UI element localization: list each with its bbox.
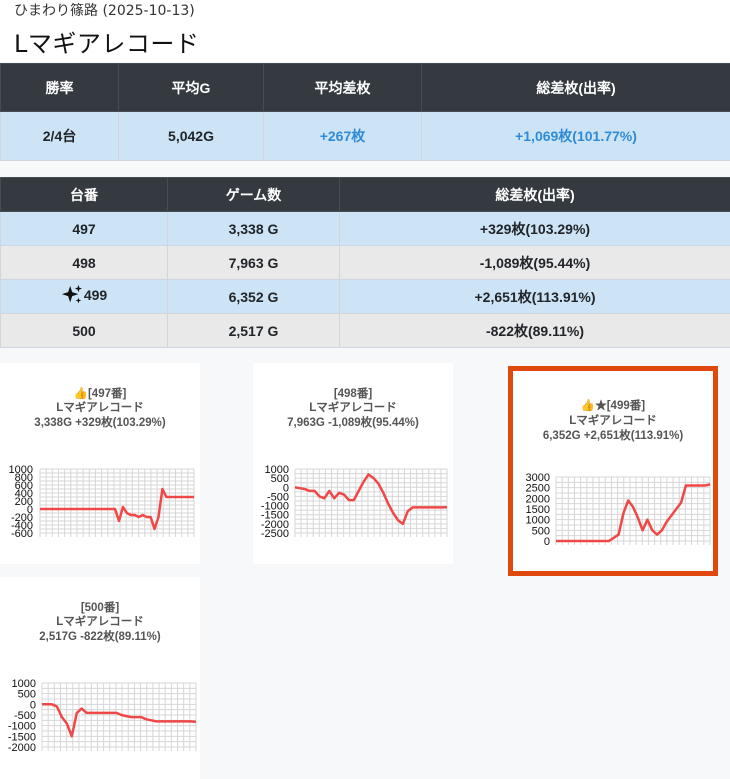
page-title: Lマギアレコード	[14, 30, 200, 58]
header-machine-diff[interactable]: 総差枚(出率)	[339, 177, 730, 212]
chart-card-498[interactable]: [498番] Lマギアレコード 7,963G -1,089枚(95.44%) 1…	[253, 363, 453, 564]
chart-card-499[interactable]: 👍★[499番] Lマギアレコード 6,352G +2,651枚(113.91%…	[508, 366, 718, 576]
table-row[interactable]: 500 2,517 G -822枚(89.11%)	[0, 313, 730, 348]
chart-grid	[555, 476, 711, 545]
chart-grid	[41, 682, 197, 751]
store-date-label: ひまわり篠路 (2025-10-13)	[14, 3, 195, 19]
summary-table: 勝率 平均G 平均差枚 総差枚(出率) 2/4台 5,042G +267枚 +1…	[0, 63, 730, 161]
machine-number-cell: 499	[0, 279, 168, 314]
chart-svg: 300025002000150010005000	[526, 472, 711, 548]
header-game-count[interactable]: ゲーム数	[167, 177, 340, 212]
header-machine-number[interactable]: 台番	[0, 177, 168, 212]
header-avg-diff[interactable]: 平均差枚	[263, 63, 422, 112]
chart-grid	[294, 468, 448, 537]
y-tick-label: 0	[544, 536, 550, 548]
header-win-rate[interactable]: 勝率	[0, 63, 119, 112]
y-tick-label: -2000	[8, 742, 36, 754]
machine-number: 498	[0, 245, 168, 280]
chart-grid	[39, 468, 195, 537]
series-line	[294, 473, 448, 526]
machine-diff: -1,089枚(95.44%)	[339, 245, 730, 280]
machine-header-row: 台番 ゲーム数 総差枚(出率)	[0, 177, 730, 212]
machine-diff: +329枚(103.29%)	[339, 211, 730, 246]
summary-header-row: 勝率 平均G 平均差枚 総差枚(出率)	[0, 63, 730, 112]
avg-diff-value: +267枚	[263, 111, 422, 161]
win-rate-value: 2/4台	[0, 111, 119, 161]
chart-svg: 10005000-500-1000-1500-2000	[8, 678, 197, 754]
machine-number: 497	[0, 211, 168, 246]
header-total-diff[interactable]: 総差枚(出率)	[421, 63, 730, 112]
game-count: 3,338 G	[167, 211, 340, 246]
chart-svg: 10005000-500-1000-1500-2000-2500	[261, 464, 448, 540]
header-avg-games[interactable]: 平均G	[118, 63, 264, 112]
summary-row: 2/4台 5,042G +267枚 +1,069枚(101.77%)	[0, 111, 730, 161]
y-tick-label: -600	[11, 528, 33, 540]
machine-diff: -822枚(89.11%)	[339, 313, 730, 348]
avg-games-value: 5,042G	[118, 111, 264, 161]
total-diff-value: +1,069枚(101.77%)	[421, 111, 730, 161]
game-count: 6,352 G	[167, 279, 340, 314]
table-row[interactable]: 497 3,338 G +329枚(103.29%)	[0, 211, 730, 246]
machine-number: 499	[83, 287, 108, 304]
machine-number: 500	[0, 313, 168, 348]
table-row[interactable]: 499 6,352 G +2,651枚(113.91%)	[0, 279, 730, 314]
game-count: 7,963 G	[167, 245, 340, 280]
machine-table: 台番 ゲーム数 総差枚(出率) 497 3,338 G +329枚(103.29…	[0, 177, 730, 348]
table-row[interactable]: 498 7,963 G -1,089枚(95.44%)	[0, 245, 730, 280]
chart-card-497[interactable]: 👍[497番] Lマギアレコード 3,338G +329枚(103.29%) 1…	[0, 363, 200, 564]
chart-svg: 10008006004002000-200-400-600	[9, 464, 195, 540]
game-count: 2,517 G	[167, 313, 340, 348]
y-tick-label: -2500	[261, 528, 289, 540]
chart-card-500[interactable]: [500番] Lマギアレコード 2,517G -822枚(89.11%) 100…	[0, 577, 200, 779]
machine-diff: +2,651枚(113.91%)	[339, 279, 730, 314]
sparkle-icon	[61, 284, 82, 304]
